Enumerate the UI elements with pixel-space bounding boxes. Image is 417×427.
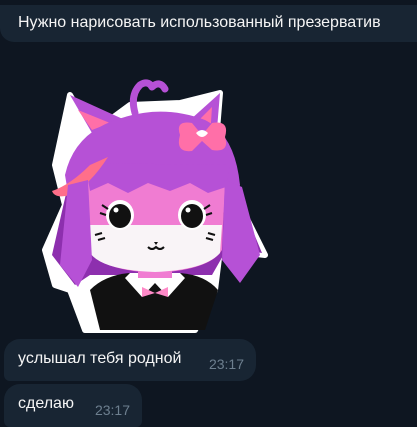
message-time: 23:17: [208, 356, 244, 372]
incoming-message[interactable]: Нужно нарисовать использованный презерва…: [0, 5, 417, 42]
sticker[interactable]: [30, 75, 280, 335]
outgoing-message[interactable]: услышал тебя родной 23:17: [4, 339, 256, 381]
incoming-message-text: Нужно нарисовать использованный презерва…: [18, 14, 381, 31]
message-text: услышал тебя родной: [18, 350, 182, 367]
chat-area: Нужно нарисовать использованный презерва…: [0, 0, 417, 427]
message-time: 23:17: [94, 402, 130, 418]
cat-girl-sticker-icon: [42, 79, 268, 333]
message-text: сделаю: [18, 395, 74, 412]
outgoing-message[interactable]: сделаю 23:17: [4, 384, 142, 427]
